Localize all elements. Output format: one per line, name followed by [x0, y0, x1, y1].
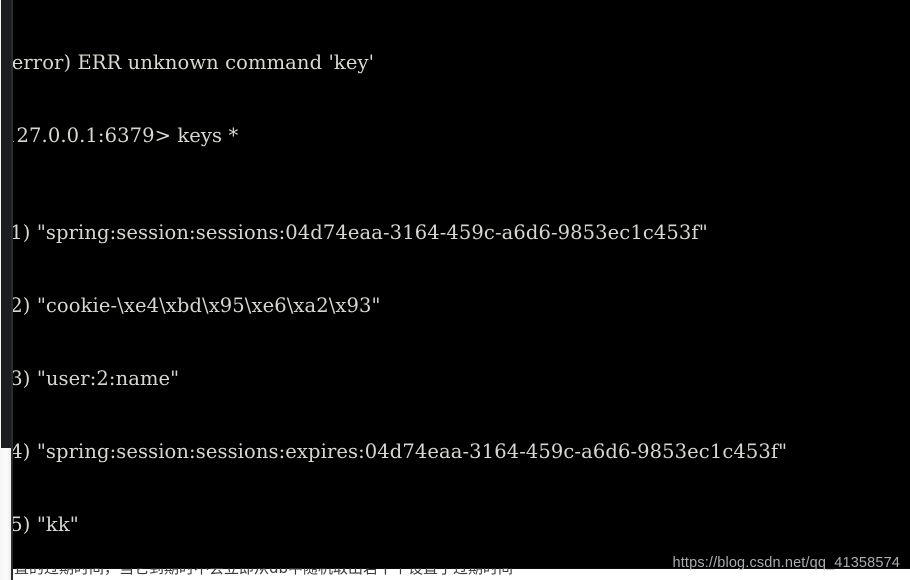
key-value: "spring:session:sessions:04d74eaa-3164-4…: [36, 221, 708, 245]
key-result-row: 1) "spring:session:sessions:04d74eaa-316…: [0, 221, 910, 245]
key-result-row: 2) "cookie-\xe4\xbd\x95\xe6\xa2\x93": [0, 294, 910, 318]
vertical-scrollbar-thumb[interactable]: [1, 0, 11, 448]
terminal-window: (error) ERR unknown command 'key' 127.0.…: [0, 0, 910, 580]
key-result-row: 3) "user:2:name": [0, 367, 910, 391]
key-value: "user:2:name": [36, 367, 180, 391]
terminal-error-line: (error) ERR unknown command 'key': [4, 50, 375, 74]
terminal-left-border: [11, 0, 13, 580]
key-value: "cookie-\xe4\xbd\x95\xe6\xa2\x93": [36, 294, 381, 318]
terminal-output[interactable]: (error) ERR unknown command 'key' 127.0.…: [0, 0, 910, 580]
key-value: "spring:session:sessions:expires:04d74ea…: [36, 440, 788, 464]
key-result-row: 5) "kk": [0, 513, 910, 537]
terminal-command-line: 127.0.0.1:6379> keys *: [4, 123, 239, 147]
key-value: "kk": [36, 513, 79, 537]
csdn-watermark: https://blog.csdn.net/qq_41358574: [672, 555, 900, 571]
clipped-page-text: 置的过期时间，当它到期时不会立即从db中随机取出若干个设置了过期时间: [14, 568, 514, 577]
key-result-row: 4) "spring:session:sessions:expires:04d7…: [0, 440, 910, 464]
